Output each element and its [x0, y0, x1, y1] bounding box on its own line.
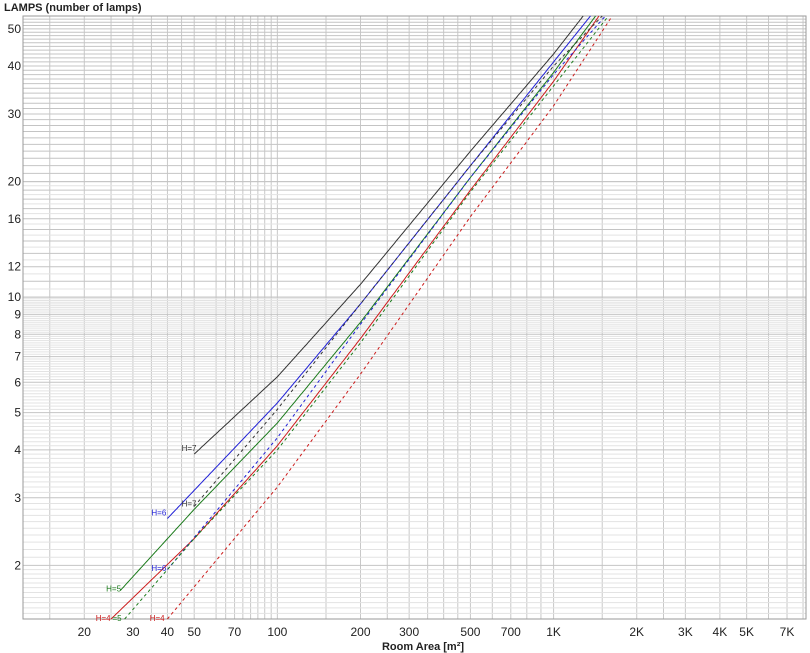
curve-label: H=7 [182, 499, 197, 508]
x-axis-label: Room Area [m²] [382, 641, 464, 653]
x-tick-label: 2K [629, 625, 644, 639]
curve-label: H=4 [96, 614, 111, 623]
y-tick-label: 5 [14, 406, 21, 420]
x-tick-label: 1K [546, 625, 561, 639]
y-tick-label: 12 [8, 260, 22, 274]
y-tick-labels: 2 3 4 5 6 7 8 9 10 12 16 20 30 40 50 [8, 22, 22, 573]
x-tick-label: 40 [161, 625, 175, 639]
x-tick-labels: 20 30 40 50 70 100 200 300 500 700 1K 2K 3K 4K 5K 7K [78, 625, 795, 639]
curve-label: =5 [112, 614, 122, 623]
x-tick-label: 50 [188, 625, 202, 639]
curve-label: H=6 [151, 508, 166, 517]
x-tick-label: 3K [678, 625, 693, 639]
lamps-chart: H=7H=7H=6H=6H=5H=4H=4 =5 2345678910121620… [4, 2, 807, 653]
x-tick-label: 5K [739, 625, 754, 639]
y-tick-label: 4 [14, 443, 21, 457]
x-tick-label: 4K [713, 625, 728, 639]
curve-label: H=5 [106, 585, 121, 594]
y-tick-label: 10 [8, 290, 22, 304]
grid [23, 15, 806, 619]
y-tick-label: 7 [14, 350, 21, 364]
x-tick-label: 7K [780, 625, 795, 639]
curve-label: H=4 [150, 614, 165, 623]
x-tick-label: 700 [501, 625, 521, 639]
x-tick-label: 100 [267, 625, 287, 639]
y-tick-label: 3 [14, 491, 21, 505]
y-tick-label: 2 [14, 558, 21, 572]
y-tick-label: 9 [14, 308, 21, 322]
chart-title: LAMPS (number of lamps) [4, 2, 142, 14]
curve-label: H=7 [182, 444, 197, 453]
y-tick-label: 20 [8, 175, 22, 189]
x-tick-label: 300 [399, 625, 419, 639]
x-tick-label: 500 [460, 625, 480, 639]
y-tick-label: 50 [8, 22, 22, 36]
x-tick-label: 70 [228, 625, 242, 639]
x-tick-label: 200 [350, 625, 370, 639]
curve-label: H=6 [151, 564, 166, 573]
x-tick-label: 20 [78, 625, 92, 639]
y-tick-label: 40 [8, 59, 22, 73]
y-tick-label: 30 [8, 107, 22, 121]
y-tick-label: 16 [8, 212, 22, 226]
y-tick-label: 8 [14, 327, 21, 341]
x-tick-label: 30 [126, 625, 140, 639]
y-tick-label: 6 [14, 375, 21, 389]
